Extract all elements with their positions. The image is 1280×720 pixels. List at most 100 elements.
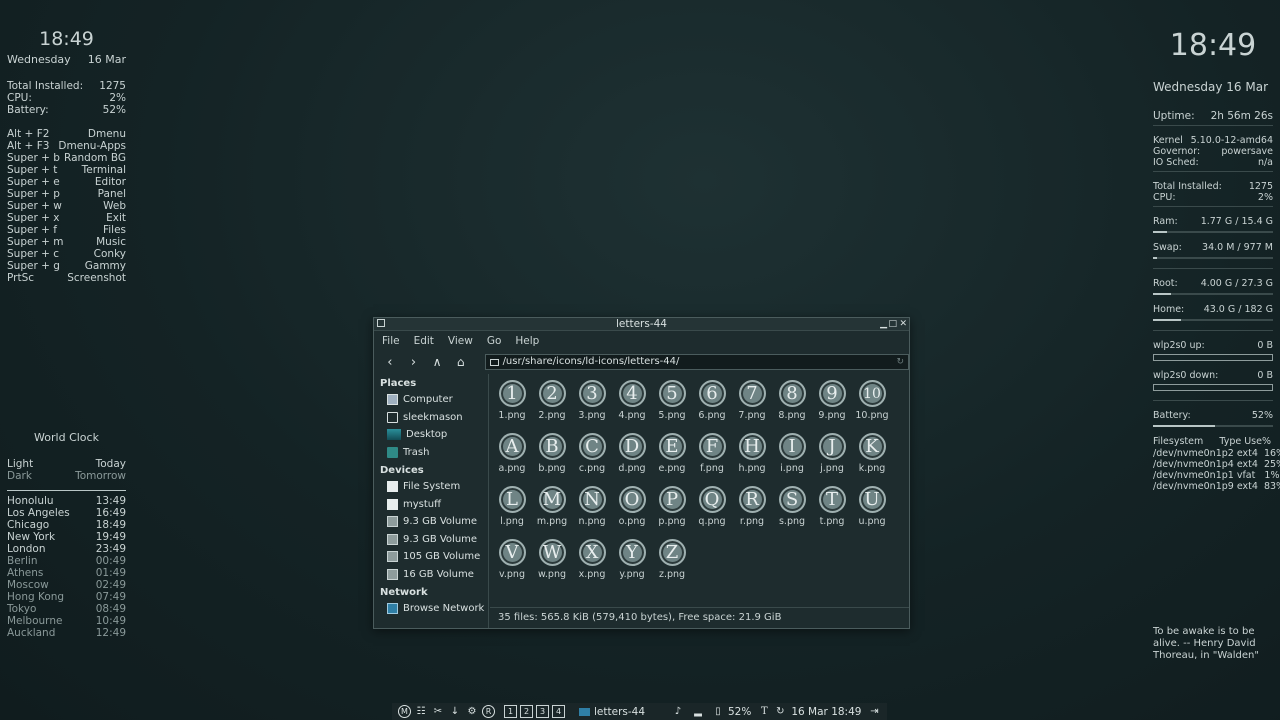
workspace-2[interactable]: 2 <box>520 705 533 718</box>
sidebar-item-file-system[interactable]: File System <box>374 478 488 496</box>
file-item[interactable]: Hh.png <box>732 433 772 486</box>
sidebar-item-computer[interactable]: Computer <box>374 391 488 409</box>
file-name: x.png <box>578 569 606 580</box>
menu-view[interactable]: View <box>448 335 473 347</box>
file-item[interactable]: Dd.png <box>612 433 652 486</box>
city-row: Athens 01:49 <box>7 567 126 579</box>
volume-icon[interactable]: ♪ <box>671 706 685 717</box>
file-item[interactable]: Ww.png <box>532 539 572 592</box>
menu-launcher-icon[interactable]: M <box>398 705 411 718</box>
file-item[interactable]: 4 4.png <box>612 380 652 433</box>
menu-go[interactable]: Go <box>487 335 502 347</box>
file-item[interactable]: Ee.png <box>652 433 692 486</box>
city-row-value: 07:49 <box>95 591 126 603</box>
net-up-graph <box>1153 354 1273 361</box>
task-letters-44[interactable]: letters-44 <box>579 706 659 718</box>
file-item[interactable]: Uu.png <box>852 486 892 539</box>
file-item[interactable]: 9 9.png <box>812 380 852 433</box>
file-item[interactable]: 7 7.png <box>732 380 772 433</box>
sidebar-item-desktop[interactable]: Desktop <box>374 426 488 444</box>
file-item[interactable]: Pp.png <box>652 486 692 539</box>
file-item[interactable]: Rr.png <box>732 486 772 539</box>
workspace-1[interactable]: 1 <box>504 705 517 718</box>
file-item[interactable]: Aa.png <box>492 433 532 486</box>
net-divider <box>1153 400 1273 401</box>
home-nav-icon[interactable]: ⌂ <box>453 355 469 369</box>
file-item[interactable]: Mm.png <box>532 486 572 539</box>
file-item[interactable]: Jj.png <box>812 433 852 486</box>
window-titlebar[interactable]: letters-44 ▁ □ ✕ <box>374 318 909 331</box>
file-item[interactable]: Ll.png <box>492 486 532 539</box>
file-item[interactable]: Nn.png <box>572 486 612 539</box>
file-item[interactable]: Bb.png <box>532 433 572 486</box>
window-menu-icon[interactable] <box>377 319 385 327</box>
file-item[interactable]: Ii.png <box>772 433 812 486</box>
sidebar-item-16-gb-volume[interactable]: 16 GB Volume <box>374 566 488 584</box>
file-item[interactable]: 3 3.png <box>572 380 612 433</box>
up-icon[interactable]: ∧ <box>429 355 445 369</box>
sidebar-item-9-3-gb-volume[interactable]: 9.3 GB Volume <box>374 531 488 549</box>
download-icon[interactable]: ↓ <box>448 706 462 717</box>
location-bar[interactable]: /usr/share/icons/ld-icons/letters-44/ ↻ <box>484 354 909 370</box>
update-icon[interactable]: ↻ <box>773 706 787 717</box>
file-item[interactable]: Kk.png <box>852 433 892 486</box>
workspace-3[interactable]: 3 <box>536 705 549 718</box>
file-item[interactable]: Vv.png <box>492 539 532 592</box>
forward-icon[interactable]: › <box>406 355 422 370</box>
file-item[interactable]: 2 2.png <box>532 380 572 433</box>
battery-icon[interactable]: ▯ <box>711 706 725 717</box>
taskbar-clock[interactable]: 16 Mar 18:49 <box>791 706 861 718</box>
file-item[interactable]: Cc.png <box>572 433 612 486</box>
file-item[interactable]: 10 10.png <box>852 380 892 433</box>
swap-label: Swap: <box>1153 242 1182 253</box>
sidebar-item-browse-network[interactable]: Browse Network <box>374 600 488 618</box>
sidebar-item-9-3-gb-volume[interactable]: 9.3 GB Volume <box>374 513 488 531</box>
city-row-label: Moscow <box>7 579 49 591</box>
net-down-value: 0 B <box>1257 370 1273 381</box>
file-item[interactable]: 6 6.png <box>692 380 732 433</box>
file-item[interactable]: Ff.png <box>692 433 732 486</box>
logout-icon[interactable]: ⇥ <box>867 706 881 717</box>
maximize-icon[interactable]: □ <box>888 318 897 330</box>
file-item[interactable]: Ss.png <box>772 486 812 539</box>
apps-icon[interactable]: ☷ <box>414 706 428 717</box>
r-launcher-icon[interactable]: R <box>482 705 495 718</box>
shortcut-row-label: Super + t <box>7 164 58 176</box>
shortcut-row: Super + x Exit <box>7 212 126 224</box>
wifi-signal-icon[interactable]: ▂ <box>691 706 705 717</box>
right-stat-row-label: Total Installed: <box>1153 181 1222 192</box>
minimize-icon[interactable]: ▁ <box>880 318 887 330</box>
close-icon[interactable]: ✕ <box>899 318 907 330</box>
workspace-switcher: 1234 <box>501 705 565 718</box>
file-item[interactable]: Oo.png <box>612 486 652 539</box>
screenshot-icon[interactable]: ✂ <box>431 706 445 717</box>
file-item[interactable]: Tt.png <box>812 486 852 539</box>
file-item[interactable]: Xx.png <box>572 539 612 592</box>
sidebar-item-sleekmason[interactable]: sleekmason <box>374 409 488 427</box>
back-icon[interactable]: ‹ <box>382 355 398 370</box>
menu-edit[interactable]: Edit <box>414 335 434 347</box>
city-row: Melbourne 10:49 <box>7 615 126 627</box>
file-item[interactable]: 5 5.png <box>652 380 692 433</box>
text-icon[interactable]: T <box>757 706 771 717</box>
menu-file[interactable]: File <box>382 335 400 347</box>
file-item[interactable]: Qq.png <box>692 486 732 539</box>
settings-icon[interactable]: ⚙ <box>465 706 479 717</box>
file-name: 4.png <box>618 410 646 421</box>
menu-help[interactable]: Help <box>515 335 539 347</box>
sidebar-item-trash[interactable]: Trash <box>374 444 488 462</box>
city-row-value: 19:49 <box>95 531 126 543</box>
world-clock-legend: Light Today Dark Tomorrow <box>7 458 126 482</box>
file-item[interactable]: Yy.png <box>612 539 652 592</box>
file-item[interactable]: 8 8.png <box>772 380 812 433</box>
city-row: New York 19:49 <box>7 531 126 543</box>
sidebar-item-105-gb-volume[interactable]: 105 GB Volume <box>374 548 488 566</box>
shortcut-row-label: Alt + F3 <box>7 140 50 152</box>
workspace-4[interactable]: 4 <box>552 705 565 718</box>
shortcut-row-label: Super + b <box>7 152 60 164</box>
sidebar-item-mystuff[interactable]: mystuff <box>374 496 488 514</box>
file-item[interactable]: 1 1.png <box>492 380 532 433</box>
refresh-icon[interactable]: ↻ <box>896 354 904 370</box>
file-item[interactable]: Zz.png <box>652 539 692 592</box>
shortcut-row: Super + c Conky <box>7 248 126 260</box>
